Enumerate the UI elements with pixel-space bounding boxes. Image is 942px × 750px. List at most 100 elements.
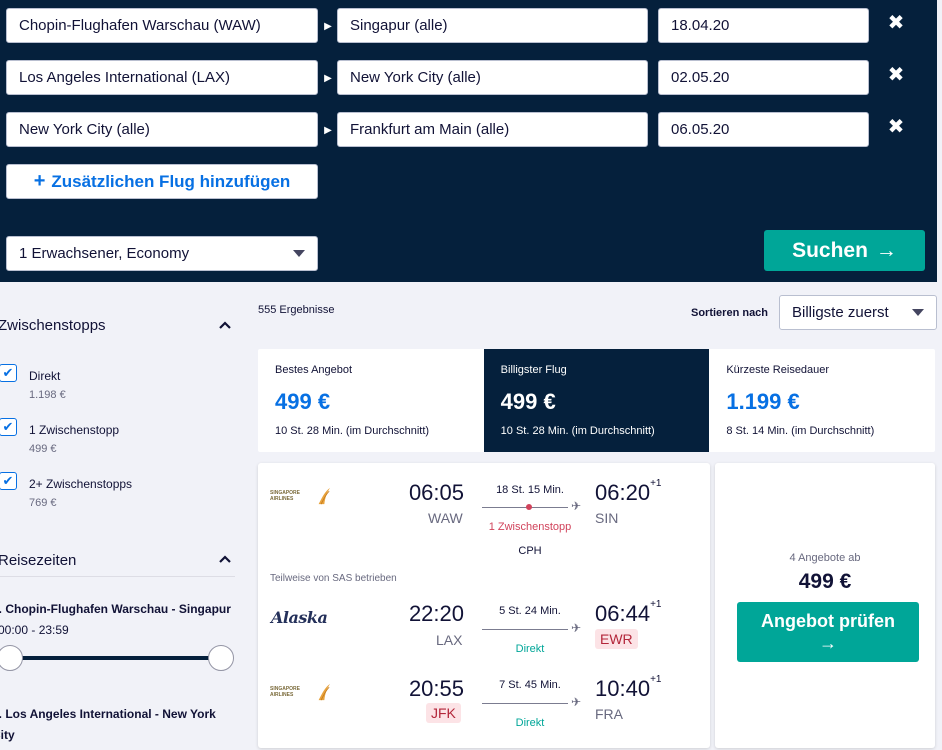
plane-icon: ✈ [571, 695, 582, 709]
operated-by: Teilweise von SAS betrieben [270, 573, 397, 584]
stop-dot [526, 504, 532, 510]
sort-select[interactable]: Billigste zuerst [779, 295, 937, 330]
day-offset: +1 [650, 674, 662, 685]
stops-one-checkbox[interactable]: ✔ [0, 418, 17, 436]
chevron-down-icon [293, 250, 305, 257]
alaska-airlines-logo: Alaska [271, 608, 328, 627]
departure-time: 22:20 [408, 601, 464, 626]
arrow-right-icon: → [819, 633, 837, 653]
day-offset: +1 [650, 599, 662, 610]
arrival-time-value: 10:40 [595, 676, 651, 701]
time-slider-track [8, 656, 221, 660]
arrival-time: 06:44+1 [595, 599, 662, 627]
remove-leg-1-icon[interactable]: ✖ [885, 11, 907, 34]
tab-fastest-price: 1.199 € [726, 389, 800, 414]
leg-line [482, 629, 568, 630]
arrival-time-value: 06:20 [595, 480, 651, 505]
leg-duration: 7 St. 45 Min. [499, 679, 561, 691]
stops-filter-heading[interactable]: Zwischenstopps [0, 317, 106, 334]
tab-best-duration: 10 St. 28 Min. (im Durchschnitt) [275, 425, 430, 437]
time-route-range-1: 00:00 - 23:59 [0, 623, 69, 637]
result-card-price: 4 Angebote ab 499 € Angebot prüfen → [715, 463, 935, 748]
remove-leg-3-icon[interactable]: ✖ [885, 115, 907, 138]
destination-field-1[interactable]: Singapur (alle) [337, 8, 648, 43]
result-card[interactable]: SINGAPORE AIRLINES 06:05 WAW 18 St. 15 M… [258, 463, 935, 748]
date-field-2[interactable]: 02.05.20 [658, 60, 869, 95]
departure-airport: LAX [436, 632, 463, 648]
stops-info: Direkt [515, 643, 545, 655]
arrow-right-icon: → [875, 238, 897, 262]
origin-field-3[interactable]: New York City (alle) [6, 112, 318, 147]
departure-airport-highlight: JFK [426, 703, 461, 723]
remove-leg-2-icon[interactable]: ✖ [885, 63, 907, 86]
result-card-legs: SINGAPORE AIRLINES 06:05 WAW 18 St. 15 M… [258, 463, 710, 748]
times-filter-heading[interactable]: Reisezeiten [0, 552, 76, 569]
tab-fastest[interactable]: Kürzeste Reisedauer 1.199 € 8 St. 14 Min… [709, 349, 935, 452]
day-offset: +1 [650, 478, 662, 489]
stopover-airport: CPH [518, 545, 542, 557]
time-slider-handle-end[interactable] [208, 645, 234, 671]
arrival-time-value: 06:44 [595, 601, 651, 626]
arrow-right-icon: ▶ [324, 72, 332, 84]
tab-cheapest-price: 499 € [500, 389, 556, 414]
leg-line [482, 703, 568, 704]
card-price: 499 € [798, 570, 852, 593]
add-flight-button[interactable]: + Zusätzlichen Flug hinzufügen [6, 164, 318, 199]
tab-fastest-duration: 8 St. 14 Min. (im Durchschnitt) [726, 425, 875, 437]
departure-time: 06:05 [408, 480, 464, 505]
arrival-airport: SIN [595, 510, 619, 526]
bird-icon [318, 683, 331, 701]
tab-best-label: Bestes Angebot [275, 364, 353, 376]
result-tabs: Bestes Angebot 499 € 10 St. 28 Min. (im … [258, 349, 935, 452]
departure-airport: WAW [428, 510, 463, 526]
destination-field-3[interactable]: Frankfurt am Main (alle) [337, 112, 648, 147]
tab-cheapest-label: Billigster Flug [500, 364, 567, 376]
plus-icon: + [33, 170, 46, 192]
tab-best[interactable]: Bestes Angebot 499 € 10 St. 28 Min. (im … [258, 349, 484, 452]
add-flight-label: Zusätzlichen Flug hinzufügen [51, 171, 291, 191]
review-offer-button[interactable]: Angebot prüfen → [737, 602, 919, 662]
passengers-cabin-value: 1 Erwachsener, Economy [19, 245, 190, 262]
search-button[interactable]: Suchen → [764, 230, 925, 271]
chevron-up-icon[interactable] [218, 318, 232, 332]
stops-info: 1 Zwischenstopp [488, 521, 572, 533]
chevron-up-icon[interactable] [218, 552, 232, 566]
date-field-3[interactable]: 06.05.20 [658, 112, 869, 147]
review-offer-label: Angebot prüfen [761, 611, 895, 631]
divider [0, 576, 235, 577]
destination-field-2[interactable]: New York City (alle) [337, 60, 648, 95]
plane-icon: ✈ [571, 499, 582, 513]
time-slider-handle-start[interactable] [0, 645, 23, 671]
bird-icon [318, 487, 331, 505]
search-panel: Chopin-Flughafen Warschau (WAW) ▶ Singap… [0, 0, 937, 282]
departure-time: 20:55 [408, 676, 464, 701]
singapore-airlines-logo: SINGAPORE AIRLINES [270, 680, 332, 704]
airline-logo-text: SINGAPORE AIRLINES [270, 490, 301, 502]
stops-direct-label: Direkt [29, 369, 61, 383]
results-count: 555 Ergebnisse [258, 304, 335, 316]
passengers-cabin-select[interactable]: 1 Erwachsener, Economy [6, 236, 318, 271]
search-button-label: Suchen [792, 238, 868, 262]
stops-one-price: 499 € [29, 443, 57, 455]
origin-field-2[interactable]: Los Angeles International (LAX) [6, 60, 318, 95]
arrival-time: 06:20+1 [595, 478, 662, 506]
offers-count: 4 Angebote ab [789, 552, 861, 564]
sort-label: Sortieren nach [691, 307, 769, 319]
time-route-title-1: 1. Chopin-Flughafen Warschau - Singapur [0, 602, 231, 616]
singapore-airlines-logo: SINGAPORE AIRLINES [270, 484, 332, 508]
arrival-airport-highlight: EWR [595, 629, 638, 649]
arrow-right-icon: ▶ [324, 20, 332, 32]
date-field-1[interactable]: 18.04.20 [658, 8, 869, 43]
arrival-time: 10:40+1 [595, 674, 662, 702]
airline-logo-text: SINGAPORE AIRLINES [270, 686, 301, 698]
stops-one-label: 1 Zwischenstopp [29, 423, 120, 437]
arrow-right-icon: ▶ [324, 124, 332, 136]
stops-info: Direkt [515, 717, 545, 729]
tab-best-price: 499 € [275, 389, 331, 414]
leg-duration: 18 St. 15 Min. [496, 484, 564, 496]
stops-direct-checkbox[interactable]: ✔ [0, 364, 17, 382]
origin-field-1[interactable]: Chopin-Flughafen Warschau (WAW) [6, 8, 318, 43]
tab-cheapest[interactable]: Billigster Flug 499 € 10 St. 28 Min. (im… [483, 349, 710, 452]
sort-value: Billigste zuerst [792, 304, 889, 321]
stops-two-plus-checkbox[interactable]: ✔ [0, 472, 17, 490]
